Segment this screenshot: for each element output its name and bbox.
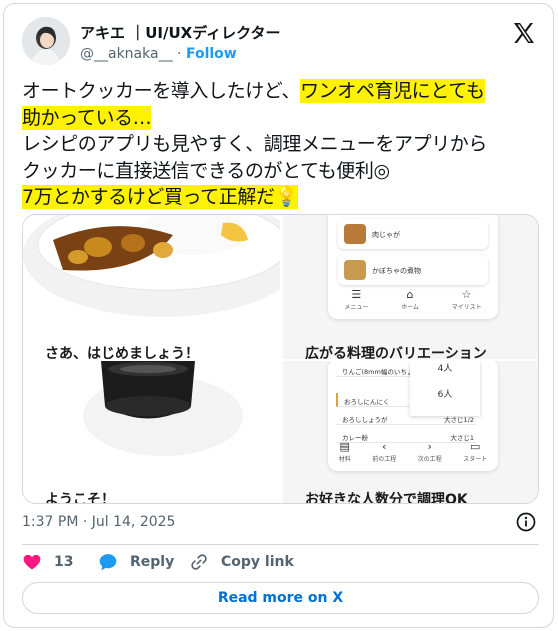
document-icon: ▤ xyxy=(339,440,350,453)
tweet-text: オートクッカーを導入したけど、ワンオペ育児にとても 助かっている… レシピのアプ… xyxy=(22,78,542,211)
lightbulb-emoji-icon: 💡 xyxy=(274,185,298,209)
chevron-right-icon: › xyxy=(427,440,432,453)
cooker-icon xyxy=(23,361,280,486)
copy-link-label: Copy link xyxy=(221,554,294,570)
menu-icon: ☰ xyxy=(351,288,362,301)
recipe-thumbnail xyxy=(344,260,366,280)
highlighted-text: ワンオペ育児にとても xyxy=(300,79,485,103)
media-image-recipe-app[interactable]: 肉じゃが かぼちゃの煮物 ☰ メニュー ⌂ ホーム ☆ マイリスト 広がる料理のバリエ… xyxy=(283,215,538,359)
info-icon[interactable] xyxy=(516,512,536,532)
recipe-name: かぼちゃの煮物 xyxy=(372,267,421,275)
media-image-cooker[interactable]: ようこそ！ xyxy=(23,361,280,504)
nav-prev-step: ‹ 前の工程 xyxy=(372,440,397,463)
timestamp[interactable]: 1:37 PM · Jul 14, 2025 xyxy=(22,514,175,530)
nav-next-step: › 次の工程 xyxy=(417,440,442,463)
read-more-button[interactable]: Read more on X xyxy=(22,582,539,614)
heart-icon xyxy=(23,554,41,570)
recipe-name: 肉じゃが xyxy=(372,231,400,239)
tweet-line-2: 助かっている… xyxy=(22,105,542,132)
copy-link-button[interactable]: Copy link xyxy=(189,552,294,572)
reply-button[interactable]: Reply xyxy=(98,552,174,572)
media-image-servings[interactable]: りんご(8mm幅のいちょう切り) おろしにんにく おろししょうが 大さじ1/2 カ… xyxy=(283,361,538,504)
reply-bubble-icon xyxy=(99,554,117,571)
tweet-line-1: オートクッカーを導入したけど、ワンオペ育児にとても xyxy=(22,78,542,105)
recipe-item: 肉じゃが xyxy=(338,219,488,249)
nav-mylist: ☆ マイリスト xyxy=(451,288,482,311)
highlighted-text: 助かっている… xyxy=(22,105,152,130)
servings-option: 4人 xyxy=(437,364,453,374)
servings-option: 6人 xyxy=(437,390,453,400)
separator: · xyxy=(177,46,182,62)
tile-caption: 広がる料理のバリエーション xyxy=(305,346,487,359)
nav-home: ⌂ ホーム xyxy=(401,288,419,311)
media-image-curry[interactable]: さあ、はじめましょう！ xyxy=(23,215,280,359)
handle-row: @__aknaka__ · Follow xyxy=(80,46,237,62)
app-nav: ▤ 材料 ‹ 前の工程 › 次の工程 ▭ スタート xyxy=(328,441,498,463)
chevron-left-icon: ‹ xyxy=(382,440,387,453)
curry-bowl-icon xyxy=(23,215,280,340)
avatar[interactable] xyxy=(22,17,70,65)
tweet-line-4: クッカーに直接送信できるのがとても便利◎ xyxy=(22,159,390,182)
nav-start: ▭ スタート xyxy=(463,440,488,463)
tweet-card: アキエ ｜UI/UXディレクター @__aknaka__ · Follow オー… xyxy=(3,3,554,628)
app-nav: ☰ メニュー ⌂ ホーム ☆ マイリスト xyxy=(328,289,498,311)
highlighted-text: 7万とかするけど買って正解だ xyxy=(22,185,275,209)
recipe-item: かぼちゃの煮物 xyxy=(338,255,488,285)
divider xyxy=(22,544,539,545)
tweet-line-5: 7万とかするけど買って正解だ💡 xyxy=(22,184,542,211)
media-grid: さあ、はじめましょう！ 肉じゃが かぼちゃの煮物 ☰ メニュー ⌂ ホーム ☆ マイリ… xyxy=(22,214,539,504)
nav-menu: ☰ メニュー xyxy=(344,288,369,311)
star-icon: ☆ xyxy=(461,288,472,301)
link-icon xyxy=(191,554,207,570)
display-name[interactable]: アキエ ｜UI/UXディレクター xyxy=(80,22,281,43)
handle[interactable]: @__aknaka__ xyxy=(80,46,173,62)
like-button[interactable]: 13 xyxy=(22,552,73,572)
chat-icon: ▭ xyxy=(470,440,481,453)
reply-label: Reply xyxy=(130,554,175,570)
tweet-line-3: レシピのアプリも見やすく、調理メニューをアプリから xyxy=(22,133,488,155)
servings-picker: 4人 6人 xyxy=(410,361,480,416)
home-icon: ⌂ xyxy=(406,288,414,301)
follow-button[interactable]: Follow xyxy=(186,46,237,62)
phone-screen: 肉じゃが かぼちゃの煮物 ☰ メニュー ⌂ ホーム ☆ マイリスト xyxy=(328,215,498,319)
nav-ingredients: ▤ 材料 xyxy=(338,440,351,463)
recipe-thumbnail xyxy=(344,224,366,244)
x-logo-icon[interactable] xyxy=(512,21,536,45)
phone-screen: りんご(8mm幅のいちょう切り) おろしにんにく おろししょうが 大さじ1/2 カ… xyxy=(328,361,498,471)
tile-caption: さあ、はじめましょう！ xyxy=(45,346,199,359)
tile-caption: ようこそ！ xyxy=(45,492,115,504)
tile-caption: お好きな人数分で調理OK xyxy=(305,492,468,504)
tweet-text-segment: オートクッカーを導入したけど、 xyxy=(22,80,301,102)
like-count: 13 xyxy=(54,554,74,570)
